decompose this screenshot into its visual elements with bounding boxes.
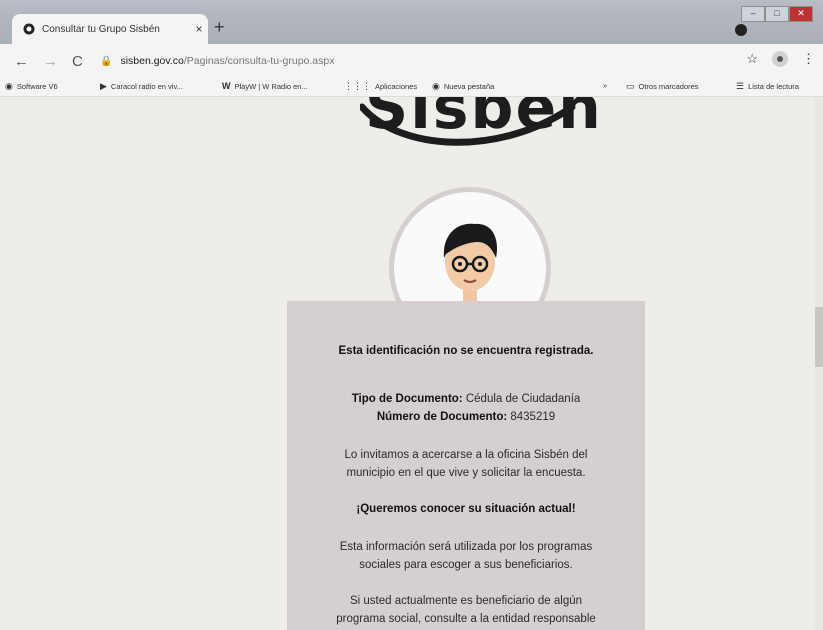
document-type-label: Tipo de Documento: xyxy=(351,393,463,405)
apps-grid-icon: ⋮⋮⋮ xyxy=(344,81,371,91)
scrollbar-thumb[interactable] xyxy=(815,307,823,367)
folder-icon: ▭ xyxy=(626,81,635,91)
w-radio-icon: W xyxy=(222,81,231,91)
globe-icon: ◉ xyxy=(432,81,440,91)
bookmark-label: PlayW | W Radio en... xyxy=(234,81,308,91)
url-path: /Paginas/consulta-tu-grupo.aspx xyxy=(183,55,335,67)
maximize-button[interactable]: □ xyxy=(765,6,789,22)
document-number-row: Número de Documento: 8435219 xyxy=(287,411,645,423)
not-registered-message: Esta identificación no se encuentra regi… xyxy=(338,345,594,357)
url-host: sisben.gov.co xyxy=(120,55,184,67)
other-bookmarks[interactable]: ▭ Otros marcadores xyxy=(626,81,699,92)
back-icon[interactable]: ← xyxy=(14,53,29,70)
tab-title: Consultar tu Grupo Sisbén xyxy=(42,23,160,35)
lock-icon: 🔒 xyxy=(100,55,113,67)
globe-icon: ◉ xyxy=(5,81,13,91)
window-controls: – □ ✕ xyxy=(741,6,813,22)
play-icon: ▶ xyxy=(100,81,107,91)
tab-strip: Consultar tu Grupo Sisbén × + – □ ✕ xyxy=(0,0,823,44)
bookmark-caracol-radio[interactable]: ▶ Caracol radio en viv... xyxy=(100,81,183,92)
profile-icon[interactable] xyxy=(772,51,788,67)
document-number-value: 8435219 xyxy=(510,411,556,423)
bookmark-star-icon[interactable]: ☆ xyxy=(746,51,758,67)
document-type-row: Tipo de Documento: Cédula de Ciudadanía xyxy=(287,393,645,405)
menu-kebab-icon[interactable]: ⋮ xyxy=(802,51,815,67)
bookmark-playw[interactable]: W PlayW | W Radio en... xyxy=(222,81,308,91)
bookmark-software-v6[interactable]: ◉ Software V6 xyxy=(5,81,58,92)
sisben-logo-swoosh xyxy=(360,103,576,146)
browser-tab[interactable]: Consultar tu Grupo Sisbén × xyxy=(12,14,208,44)
new-tab-button[interactable]: + xyxy=(214,17,225,38)
beneficiary-line-1: Si usted actualmente es beneficiario de … xyxy=(349,595,583,607)
bookmark-label: Nueva pestaña xyxy=(443,82,495,91)
reading-list[interactable]: ☰ Lista de lectura xyxy=(736,81,799,92)
bookmark-label: Caracol radio en viv... xyxy=(110,82,183,91)
tab-search-icon[interactable] xyxy=(735,24,747,36)
vertical-scrollbar[interactable] xyxy=(815,97,823,630)
result-card: Esta identificación no se encuentra regi… xyxy=(287,301,645,630)
bookmark-apps[interactable]: ⋮⋮⋮ Aplicaciones xyxy=(344,81,417,92)
minimize-button[interactable]: – xyxy=(741,6,765,22)
document-type-value: Cédula de Ciudadanía xyxy=(465,393,581,405)
overflow-chevron-icon: » xyxy=(603,81,608,90)
bookmarks-overflow-button[interactable]: » xyxy=(603,81,607,90)
beneficiary-line-2: programa social, consulte a la entidad r… xyxy=(336,613,596,625)
bookmarks-bar: ◉ Software V6 ▶ Caracol radio en viv... WP… xyxy=(0,78,823,97)
close-window-button[interactable]: ✕ xyxy=(789,6,813,22)
address-bar[interactable]: 🔒 sisben.gov.co/Paginas/consulta-tu-grup… xyxy=(100,50,740,72)
other-bookmarks-label: Otros marcadores xyxy=(638,82,699,91)
browser-toolbar: ← → C 🔒 sisben.gov.co/Paginas/consulta-t… xyxy=(0,44,823,78)
bookmark-label: Software V6 xyxy=(16,82,58,91)
info-line-1: Esta información será utilizada por los … xyxy=(339,541,593,553)
reading-list-icon: ☰ xyxy=(736,81,745,91)
headline: ¡Queremos conocer su situación actual! xyxy=(356,503,576,515)
reading-list-label: Lista de lectura xyxy=(748,82,799,91)
reload-icon[interactable]: C xyxy=(72,53,83,70)
page-content: Sisben Esta identificación no se encuent… xyxy=(0,97,823,630)
info-line-2: sociales para escoger a sus beneficiario… xyxy=(359,559,573,571)
tab-close-icon[interactable]: × xyxy=(190,22,208,36)
forward-icon[interactable]: → xyxy=(43,53,58,70)
sisben-favicon-icon xyxy=(22,22,36,36)
bookmark-new-tab[interactable]: ◉ Nueva pestaña xyxy=(432,81,494,92)
invite-line-2: municipio en el que vive y solicitar la … xyxy=(346,467,586,479)
invite-line-1: Lo invitamos a acercarse a la oficina Si… xyxy=(344,449,588,461)
bookmark-label: Aplicaciones xyxy=(375,82,418,91)
document-number-label: Número de Documento: xyxy=(376,411,508,423)
